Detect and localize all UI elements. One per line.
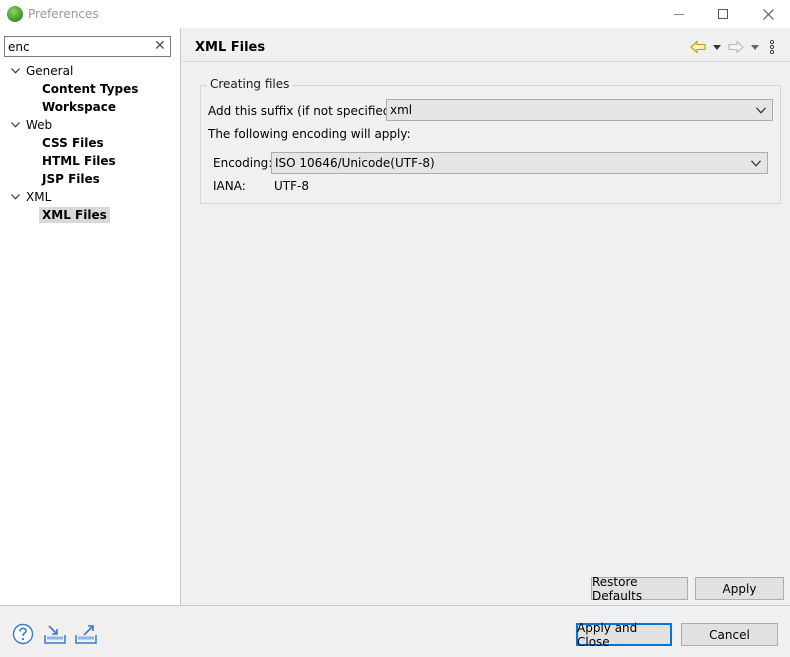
iana-value-row: UTF-8 — [274, 177, 309, 195]
tree-label: Web — [26, 118, 53, 132]
iana-label: IANA: — [213, 179, 246, 193]
iana-row: IANA: — [213, 177, 246, 195]
group-title: Creating files — [207, 77, 293, 91]
close-icon — [762, 8, 774, 20]
forward-button[interactable] — [728, 38, 744, 56]
view-menu-button[interactable] — [769, 38, 775, 56]
tree-label: XML Files — [39, 207, 110, 223]
dropdown-arrow-icon — [751, 44, 759, 50]
import-button[interactable] — [43, 623, 67, 645]
app-icon — [7, 6, 23, 22]
cancel-button[interactable]: Cancel — [681, 623, 778, 646]
tree-label: HTML Files — [42, 154, 116, 168]
back-menu-button[interactable] — [713, 38, 721, 56]
tree-item-html-files[interactable]: HTML Files — [42, 152, 116, 170]
tree-item-jsp-files[interactable]: JSP Files — [42, 170, 100, 188]
suffix-value: xml — [390, 103, 413, 117]
dialog-button-bar: Apply and Close Cancel — [0, 605, 790, 657]
restore-defaults-button[interactable]: Restore Defaults — [591, 575, 688, 603]
filter-box: ✕ — [4, 36, 171, 57]
tree-item-xml-files[interactable]: XML Files — [39, 206, 110, 224]
preference-page: XML Files Creating files Add this suffix… — [182, 28, 790, 605]
help-icon — [12, 623, 34, 645]
chevron-down-icon[interactable] — [8, 188, 22, 206]
tree-item-content-types[interactable]: Content Types — [42, 80, 138, 98]
creating-files-group: Creating files Add this suffix (if not s… — [200, 77, 781, 204]
page-title: XML Files — [195, 40, 266, 55]
apply-button[interactable]: Apply — [695, 577, 784, 600]
back-arrow-icon — [690, 40, 706, 54]
clear-filter-icon[interactable]: ✕ — [154, 39, 166, 53]
import-icon — [44, 625, 66, 644]
chevron-down-icon[interactable] — [8, 62, 22, 80]
window-title: Preferences — [28, 7, 99, 21]
chevron-down-icon — [756, 107, 766, 114]
iana-value: UTF-8 — [274, 179, 309, 193]
tree-node-xml[interactable]: XML — [8, 188, 51, 206]
title-bar: Preferences — [0, 0, 790, 28]
suffix-row: Add this suffix (if not specified): — [208, 100, 399, 122]
help-button[interactable] — [12, 623, 36, 645]
suffix-select[interactable]: xml — [386, 99, 773, 121]
encoding-row: Encoding: — [213, 152, 272, 174]
title-separator — [182, 61, 790, 62]
encoding-note: The following encoding will apply: — [208, 127, 411, 141]
minimize-button[interactable] — [656, 0, 702, 28]
more-options-icon — [769, 40, 775, 54]
chevron-down-icon[interactable] — [8, 116, 22, 134]
apply-and-close-button[interactable]: Apply and Close — [576, 621, 672, 649]
tree-item-workspace[interactable]: Workspace — [42, 98, 116, 116]
dropdown-arrow-icon — [713, 44, 721, 50]
tree-label: XML — [26, 190, 52, 204]
forward-arrow-icon — [728, 40, 744, 54]
tree-node-general[interactable]: General — [8, 62, 73, 80]
encoding-note-row: The following encoding will apply: — [208, 125, 411, 143]
tree-node-web[interactable]: Web — [8, 116, 52, 134]
maximize-icon — [718, 9, 728, 19]
suffix-label: Add this suffix (if not specified): — [208, 104, 400, 118]
tree-label: General — [26, 64, 74, 78]
tree-label: Content Types — [42, 82, 139, 96]
chevron-down-icon — [751, 160, 761, 167]
encoding-select[interactable]: ISO 10646/Unicode(UTF-8) — [271, 152, 768, 174]
minimize-icon — [674, 13, 684, 15]
encoding-value: ISO 10646/Unicode(UTF-8) — [275, 156, 435, 170]
page-navigation — [690, 38, 790, 56]
maximize-button[interactable] — [700, 0, 746, 28]
tree-label: Workspace — [42, 100, 117, 114]
filter-input[interactable] — [5, 37, 145, 56]
tree-label: CSS Files — [42, 136, 104, 150]
back-button[interactable] — [690, 38, 706, 56]
preference-tree-panel: ✕ General Content Types Workspace Web CS… — [0, 28, 181, 605]
tree-label: JSP Files — [42, 172, 100, 186]
tree-item-css-files[interactable]: CSS Files — [42, 134, 104, 152]
export-icon — [75, 625, 97, 644]
export-button[interactable] — [74, 623, 98, 645]
encoding-label: Encoding: — [213, 156, 273, 170]
forward-menu-button[interactable] — [751, 38, 759, 56]
close-button[interactable] — [745, 0, 790, 28]
